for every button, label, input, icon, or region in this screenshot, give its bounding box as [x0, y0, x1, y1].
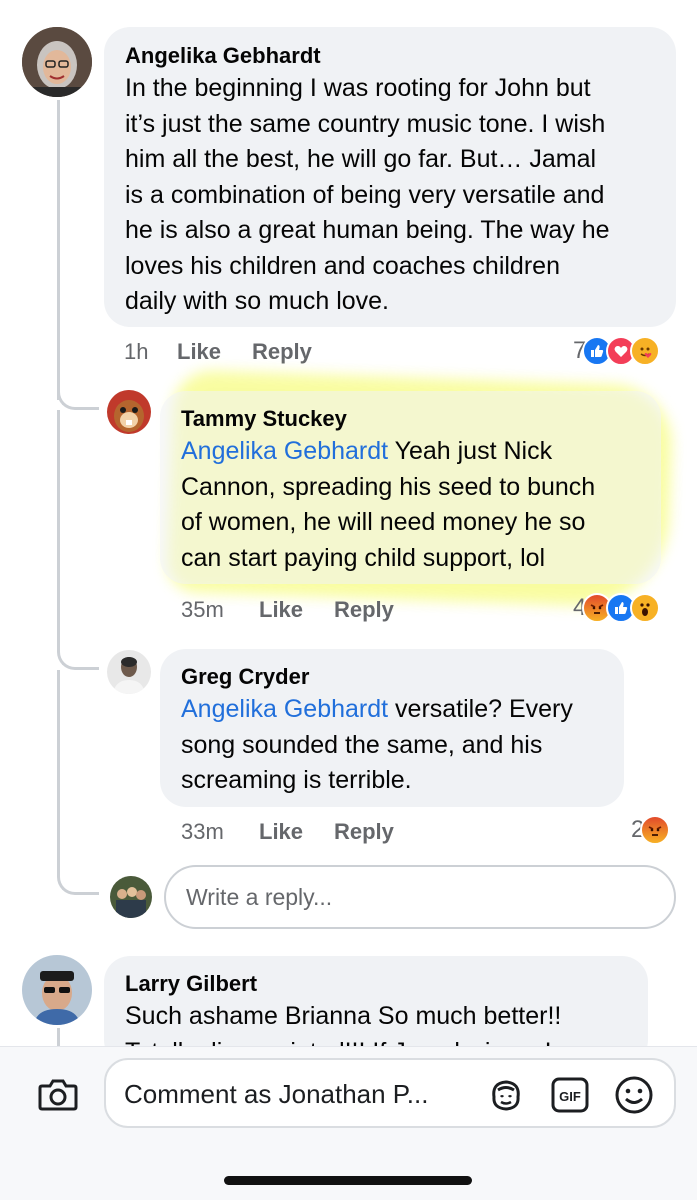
comment-line: can start paying child support, lol: [181, 543, 546, 572]
comment-line: Angelika Gebhardt versatile? Every: [181, 692, 573, 728]
like-button[interactable]: Like: [259, 817, 303, 847]
home-indicator[interactable]: [224, 1176, 472, 1185]
comment-line: song sounded the same, and his: [181, 730, 543, 759]
thread-line: [57, 410, 60, 640]
avatar[interactable]: [107, 390, 151, 434]
comment-line: it’s just the same country music tone. I…: [125, 109, 606, 138]
avatar[interactable]: [22, 27, 92, 97]
thread-line: [57, 1028, 60, 1048]
reply-button[interactable]: Reply: [252, 337, 312, 367]
comment-time: 33m: [181, 819, 224, 844]
comment-line-text: versatile? Every: [388, 695, 573, 723]
comment-line: him all the best, he will go far. But… J…: [125, 145, 597, 173]
wow-icon: [630, 593, 661, 623]
reply-button[interactable]: Reply: [334, 595, 394, 625]
gif-icon[interactable]: GIF: [548, 1073, 592, 1117]
comment-author[interactable]: Tammy Stuckey: [181, 404, 595, 434]
comment-bubble: Angelika Gebhardt In the beginning I was…: [104, 27, 676, 327]
comment-author[interactable]: Greg Cryder: [181, 662, 573, 692]
comment-line: is a combination of being very versatile…: [125, 180, 605, 209]
thread-line: [57, 100, 60, 400]
thread-line: [57, 670, 60, 870]
comment-text: In the beginning I was rooting for John …: [125, 71, 610, 320]
mention-link[interactable]: Angelika Gebhardt: [181, 695, 388, 723]
comment-actions: 35m Like Reply: [181, 595, 481, 625]
comment-actions: 1h Like Reply: [124, 337, 424, 367]
avatar[interactable]: [107, 650, 151, 694]
reaction-summary[interactable]: 4: [573, 591, 661, 625]
comment-line: In the beginning I was rooting for John …: [125, 74, 591, 102]
angry-icon: [640, 815, 671, 845]
comment-author[interactable]: Larry Gilbert: [125, 969, 593, 999]
comment-bubble: Tammy Stuckey Angelika Gebhardt Yeah jus…: [160, 391, 661, 584]
gif-label: GIF: [559, 1089, 581, 1104]
avatar: [110, 876, 152, 918]
emoji-icon[interactable]: [612, 1073, 656, 1117]
reaction-summary[interactable]: 2: [631, 813, 671, 847]
comment-time: 1h: [124, 339, 149, 364]
care-icon: [630, 336, 661, 366]
comment-placeholder: Comment as Jonathan P...: [124, 1079, 429, 1109]
comment-bubble: Greg Cryder Angelika Gebhardt versatile?…: [160, 649, 624, 807]
comment-actions: 33m Like Reply: [181, 817, 481, 847]
avatar[interactable]: [22, 955, 92, 1025]
thread-branch: [57, 620, 99, 670]
camera-icon[interactable]: [36, 1074, 80, 1114]
mention-link[interactable]: Angelika Gebhardt: [181, 437, 388, 465]
comment-text: Angelika Gebhardt versatile? Every song …: [181, 692, 573, 799]
comment-time: 35m: [181, 597, 224, 622]
comment-line: daily with so much love.: [125, 287, 390, 315]
thread-branch: [57, 380, 99, 410]
comment-line: Cannon, spreading his seed to bunch: [181, 472, 596, 501]
comment-text: Angelika Gebhardt Yeah just Nick Cannon,…: [181, 434, 595, 576]
comment-line: of women, he will need money he so: [181, 508, 586, 536]
write-reply-input[interactable]: Write a reply...: [164, 865, 676, 929]
comment-line-text: Yeah just Nick: [388, 437, 553, 465]
reply-button[interactable]: Reply: [334, 817, 394, 847]
comment-line: he is also a great human being. The way …: [125, 216, 610, 244]
reaction-summary[interactable]: 7: [573, 334, 661, 368]
comment-line: loves his children and coaches children: [125, 251, 560, 280]
comment-author[interactable]: Angelika Gebhardt: [125, 41, 610, 71]
comment-line: Such ashame Brianna So much better!!: [125, 1002, 562, 1030]
like-button[interactable]: Like: [177, 337, 221, 367]
like-button[interactable]: Like: [259, 595, 303, 625]
comment-line: Angelika Gebhardt Yeah just Nick: [181, 434, 595, 470]
thread-branch: [57, 850, 99, 895]
avatar-sticker-icon[interactable]: [484, 1073, 528, 1117]
comment-line: screaming is terrible.: [181, 766, 412, 794]
